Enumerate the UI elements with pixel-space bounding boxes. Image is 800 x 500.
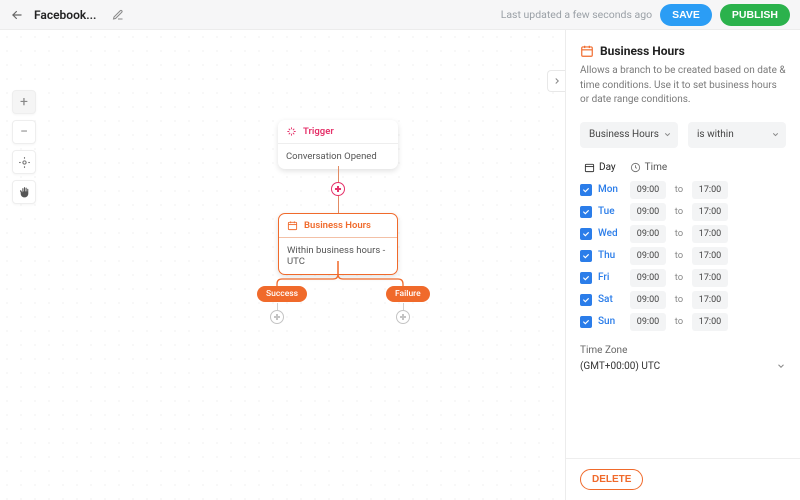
day-row: Tue 09:00 to 17:00: [580, 203, 786, 221]
header-bar: Facebook... Last updated a few seconds a…: [0, 0, 800, 30]
publish-button[interactable]: PUBLISH: [720, 4, 790, 26]
timezone-label: Time Zone: [580, 345, 786, 356]
workflow-title: Facebook...: [34, 8, 96, 22]
condition-type-dropdown[interactable]: Business Hours: [580, 122, 678, 148]
tab-time-label: Time: [645, 162, 667, 173]
day-row: Mon 09:00 to 17:00: [580, 181, 786, 199]
tab-time[interactable]: Time: [630, 162, 667, 173]
day-checkbox[interactable]: [580, 206, 592, 218]
condition-type-value: Business Hours: [589, 129, 659, 140]
end-time-input[interactable]: 17:00: [692, 247, 728, 265]
day-label: Tue: [598, 206, 624, 217]
collapse-panel-button[interactable]: [547, 70, 565, 92]
start-time-input[interactable]: 09:00: [630, 203, 666, 221]
end-time-input[interactable]: 17:00: [692, 225, 728, 243]
time-to-label: to: [672, 228, 686, 239]
day-row: Wed 09:00 to 17:00: [580, 225, 786, 243]
time-to-label: to: [672, 250, 686, 261]
time-to-label: to: [672, 184, 686, 195]
side-panel: Business Hours Allows a branch to be cre…: [565, 30, 800, 500]
day-label: Sun: [598, 316, 624, 327]
timezone-value: (GMT+00:00) UTC: [580, 361, 660, 372]
end-time-input[interactable]: 17:00: [692, 291, 728, 309]
failure-branch-badge[interactable]: Failure: [386, 286, 430, 302]
panel-description: Allows a branch to be created based on d…: [580, 64, 786, 108]
day-label: Thu: [598, 250, 624, 261]
day-checkbox[interactable]: [580, 316, 592, 328]
delete-step-button[interactable]: DELETE: [580, 469, 643, 490]
day-label: Sat: [598, 294, 624, 305]
day-row: Sat 09:00 to 17:00: [580, 291, 786, 309]
start-time-input[interactable]: 09:00: [630, 247, 666, 265]
connector-stub: [277, 303, 278, 310]
end-time-input[interactable]: 17:00: [692, 181, 728, 199]
timezone-dropdown[interactable]: (GMT+00:00) UTC: [580, 361, 786, 372]
time-to-label: to: [672, 294, 686, 305]
day-checkbox[interactable]: [580, 228, 592, 240]
day-checkbox[interactable]: [580, 294, 592, 306]
start-time-input[interactable]: 09:00: [630, 313, 666, 331]
pan-hand-button[interactable]: [12, 180, 36, 204]
day-row: Thu 09:00 to 17:00: [580, 247, 786, 265]
day-row: Sun 09:00 to 17:00: [580, 313, 786, 331]
start-time-input[interactable]: 09:00: [630, 225, 666, 243]
panel-title-text: Business Hours: [600, 44, 685, 58]
panel-title: Business Hours: [580, 44, 786, 58]
save-button[interactable]: SAVE: [660, 4, 712, 26]
connector-stub: [403, 303, 404, 310]
time-to-label: to: [672, 316, 686, 327]
day-checkbox[interactable]: [580, 272, 592, 284]
last-updated-text: Last updated a few seconds ago: [501, 8, 652, 21]
condition-operator-value: is within: [697, 129, 734, 140]
success-branch-badge[interactable]: Success: [257, 286, 307, 302]
back-arrow-icon[interactable]: [10, 8, 24, 22]
edit-title-icon[interactable]: [106, 9, 124, 21]
day-label: Mon: [598, 184, 624, 195]
tab-day[interactable]: Day: [584, 162, 616, 173]
workflow-canvas[interactable]: + − Trigger Conversation Opened Business…: [0, 30, 565, 500]
day-checkbox[interactable]: [580, 184, 592, 196]
end-time-input[interactable]: 17:00: [692, 203, 728, 221]
add-step-success-button[interactable]: [270, 310, 284, 324]
zoom-in-button[interactable]: +: [12, 90, 36, 114]
day-label: Fri: [598, 272, 624, 283]
add-step-failure-button[interactable]: [396, 310, 410, 324]
trigger-node-title: Trigger: [303, 126, 334, 137]
condition-operator-dropdown[interactable]: is within: [688, 122, 786, 148]
trigger-node[interactable]: Trigger Conversation Opened: [278, 120, 398, 169]
start-time-input[interactable]: 09:00: [630, 291, 666, 309]
day-schedule-list: Mon 09:00 to 17:00 Tue 09:00 to 17:00 Wed 09:00 to…: [580, 181, 786, 331]
time-to-label: to: [672, 272, 686, 283]
end-time-input[interactable]: 17:00: [692, 313, 728, 331]
time-to-label: to: [672, 206, 686, 217]
recenter-button[interactable]: [12, 150, 36, 174]
day-label: Wed: [598, 228, 624, 239]
chevron-down-icon: [776, 361, 786, 371]
zoom-out-button[interactable]: −: [12, 120, 36, 144]
canvas-toolbar: + −: [12, 90, 36, 204]
start-time-input[interactable]: 09:00: [630, 269, 666, 287]
bh-node-title: Business Hours: [304, 220, 371, 231]
tab-day-label: Day: [599, 162, 616, 173]
day-checkbox[interactable]: [580, 250, 592, 262]
day-row: Fri 09:00 to 17:00: [580, 269, 786, 287]
end-time-input[interactable]: 17:00: [692, 269, 728, 287]
start-time-input[interactable]: 09:00: [630, 181, 666, 199]
add-step-button[interactable]: [331, 182, 345, 196]
